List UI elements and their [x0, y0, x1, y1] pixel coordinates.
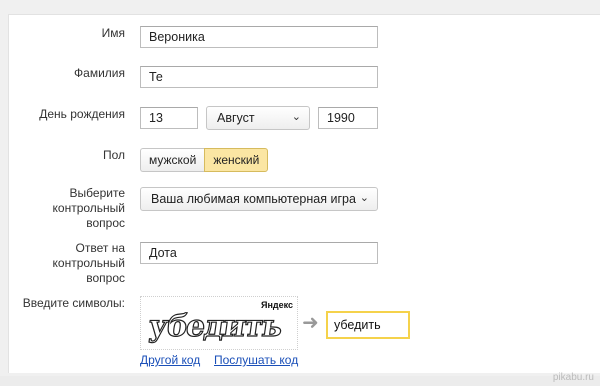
- security-answer-label-line1: Ответ на: [75, 241, 125, 255]
- security-answer-label-line2: контрольный: [52, 256, 125, 270]
- last-name-label: Фамилия: [74, 66, 125, 80]
- captcha-label: Введите символы:: [22, 296, 125, 310]
- birthday-year-input[interactable]: 1990: [318, 107, 378, 129]
- site-watermark: pikabu.ru: [552, 372, 594, 383]
- chevron-down-icon: ⌄: [359, 192, 369, 204]
- security-answer-label: Ответ на контрольный вопрос: [53, 241, 125, 286]
- security-answer-input[interactable]: Дота: [140, 242, 378, 264]
- first-name-input[interactable]: Вероника: [140, 26, 378, 48]
- gender-male-option[interactable]: мужской: [140, 148, 205, 172]
- gender-female-option[interactable]: женский: [204, 148, 269, 172]
- birthday-day-input[interactable]: 13: [140, 107, 198, 129]
- gender-toggle: мужской женский: [140, 148, 269, 172]
- security-question-label-line3: вопрос: [86, 216, 125, 230]
- security-question-label-line2: контрольный: [52, 201, 125, 215]
- birthday-label: День рождения: [39, 107, 125, 121]
- captcha-audio-link[interactable]: Послушать код: [214, 353, 298, 367]
- security-question-value: Ваша любимая компьютерная игра: [151, 192, 356, 206]
- captcha-input[interactable]: убедить: [326, 311, 410, 339]
- last-name-input[interactable]: Те: [140, 66, 378, 88]
- birthday-month-value: Август: [217, 111, 255, 125]
- gender-label: Пол: [102, 148, 125, 162]
- security-question-label-line1: Выберите: [69, 186, 125, 200]
- captcha-image-text: убедить: [146, 308, 285, 344]
- chevron-down-icon: ⌄: [291, 111, 301, 123]
- captcha-image: Яндекс убедить: [140, 296, 298, 350]
- birthday-month-select[interactable]: Август ⌄: [206, 106, 310, 130]
- captcha-refresh-link[interactable]: Другой код: [140, 353, 200, 367]
- arrow-right-icon: ➜: [302, 312, 319, 334]
- footer-strip: [0, 376, 600, 386]
- security-question-label: Выберите контрольный вопрос: [53, 186, 125, 231]
- security-answer-label-line3: вопрос: [86, 271, 125, 285]
- security-question-select[interactable]: Ваша любимая компьютерная игра ⌄: [140, 187, 378, 211]
- first-name-label: Имя: [101, 26, 125, 40]
